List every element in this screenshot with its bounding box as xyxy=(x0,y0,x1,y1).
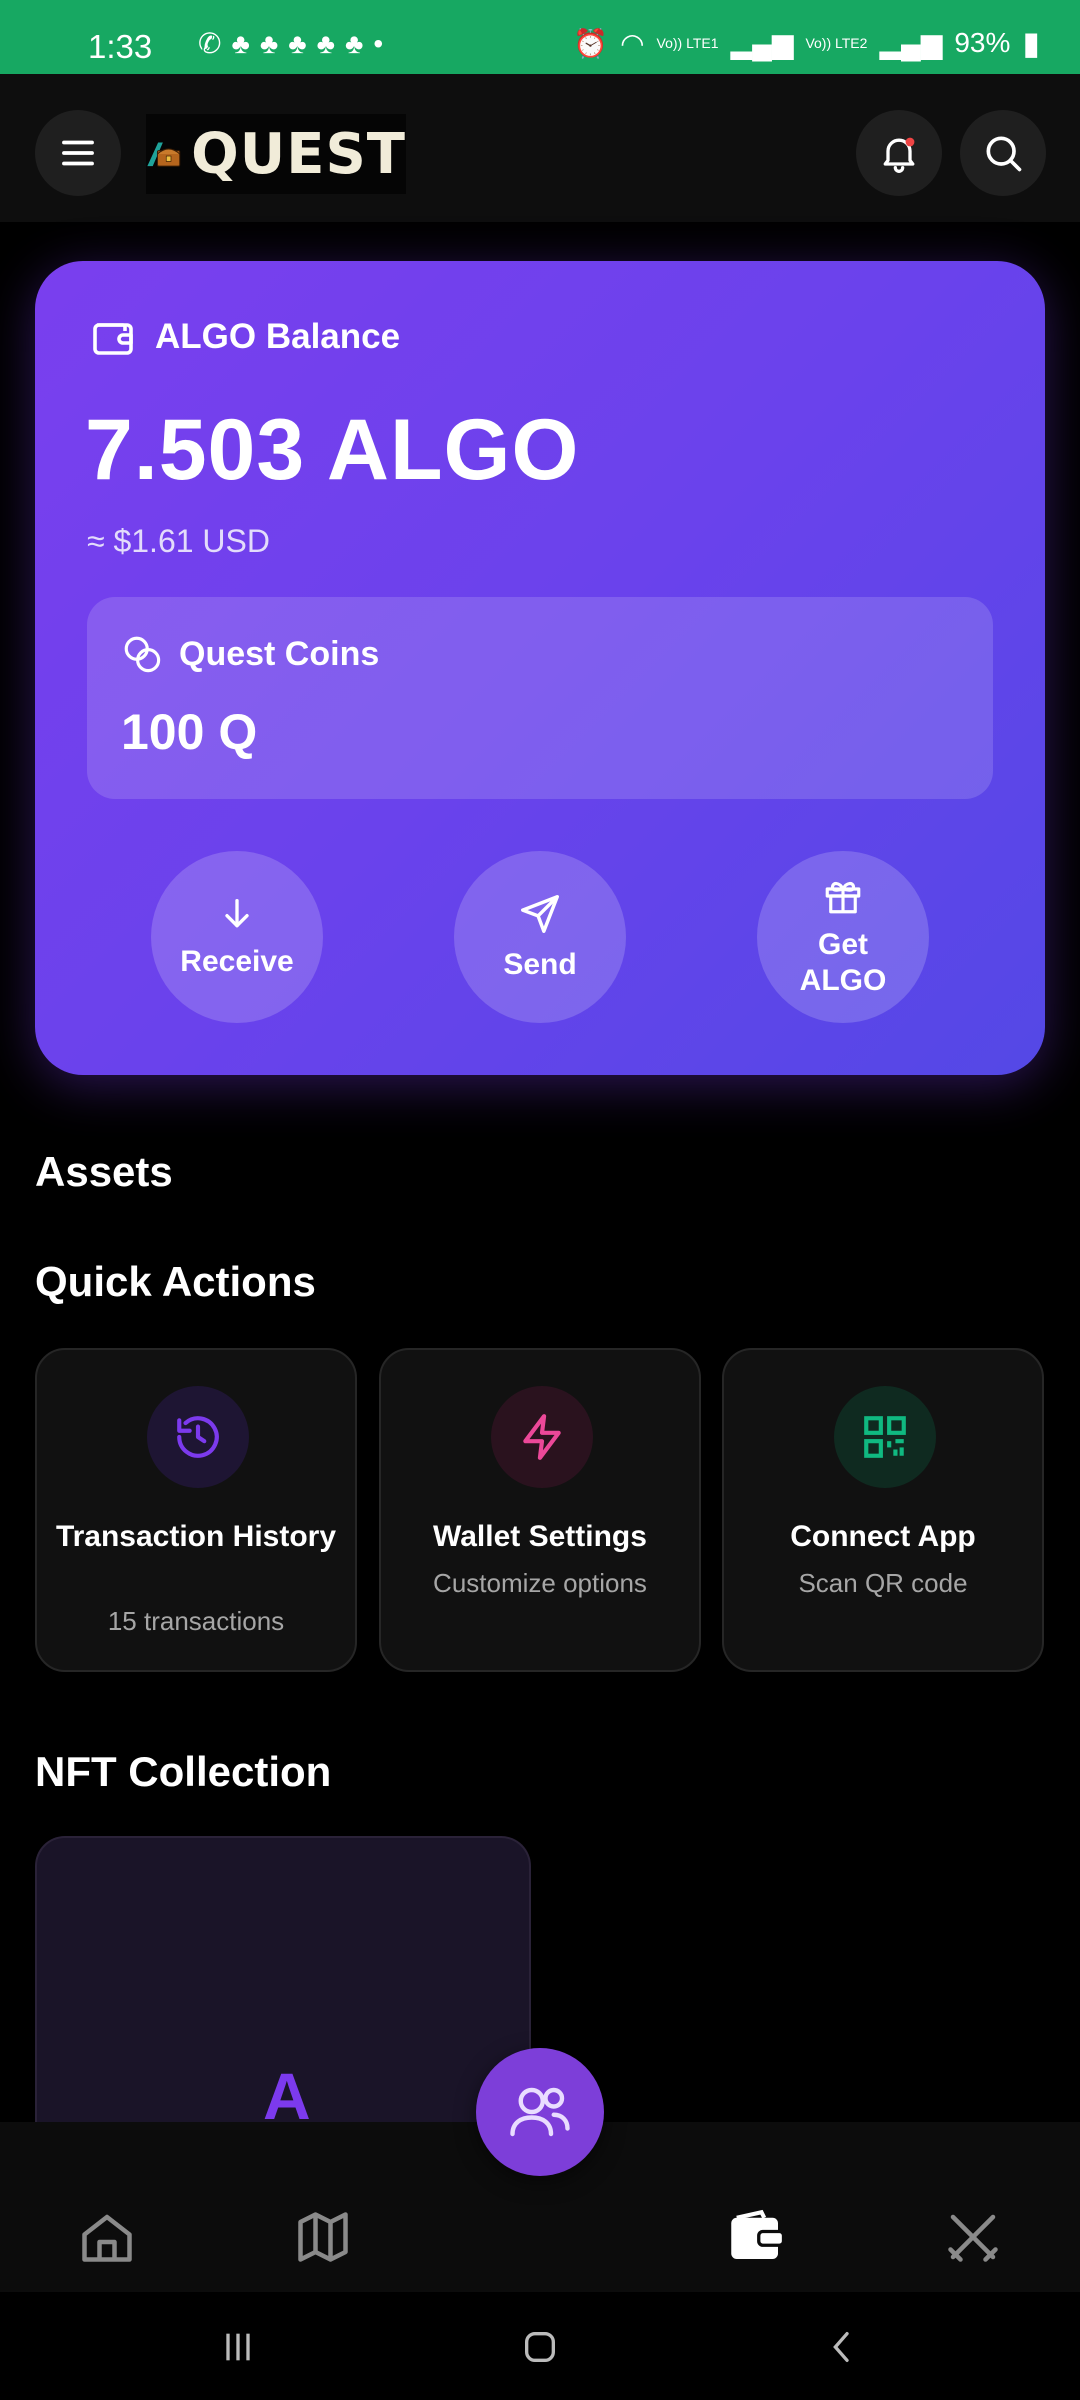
signal-icon: ▂▄▆ xyxy=(879,27,943,59)
search-icon xyxy=(986,136,1022,172)
friends-fab[interactable] xyxy=(476,2048,604,2176)
snapchat-icon: ♣ xyxy=(288,28,307,59)
nav-wallet[interactable] xyxy=(711,2192,801,2282)
history-icon xyxy=(177,1416,219,1458)
bell-icon xyxy=(883,137,915,173)
snapchat-icon: ♣ xyxy=(316,28,335,59)
recent-apps-button[interactable] xyxy=(198,2312,278,2382)
app-header: QUEST xyxy=(0,74,1080,222)
balance-amount: 7.503 ALGO xyxy=(85,402,580,498)
quest-coins-value: 100 Q xyxy=(121,704,258,760)
connect-app-subtitle: Scan QR code xyxy=(798,1568,968,1598)
connect-app-card[interactable]: Connect App Scan QR code xyxy=(722,1348,1044,1672)
wallet-settings-card[interactable]: Wallet Settings Customize options xyxy=(379,1348,701,1672)
connect-app-title: Connect App xyxy=(790,1520,976,1553)
transaction-history-title: Transaction History xyxy=(55,1520,337,1553)
transaction-history-subtitle: 15 transactions xyxy=(107,1606,285,1636)
status-bar: 1:33 ✆ ♣ ♣ ♣ ♣ ♣ • ⏰ ◠ Vo)) LTE1 ▂▄▆ Vo)… xyxy=(0,0,1080,74)
map-icon xyxy=(298,2212,348,2262)
gift-icon xyxy=(825,881,861,914)
wallet-settings-subtitle: Customize options xyxy=(433,1568,647,1598)
assets-title: Assets xyxy=(35,1148,173,1195)
nft-card[interactable]: A xyxy=(35,1836,531,2156)
wifi-icon: ◠ xyxy=(620,27,645,59)
wallet-icon xyxy=(93,323,133,355)
send-label: Send xyxy=(503,948,577,981)
dot-icon: • xyxy=(373,28,384,59)
menu-icon xyxy=(62,140,94,166)
network-2-label: Vo)) LTE2 xyxy=(805,35,868,51)
get-algo-label: Get ALGO xyxy=(799,928,887,997)
network-1-label: Vo)) LTE1 xyxy=(656,35,719,51)
recent-apps-icon xyxy=(226,2333,250,2361)
lightning-icon xyxy=(523,1414,561,1460)
coins-icon xyxy=(124,636,161,673)
back-button[interactable] xyxy=(802,2312,882,2382)
system-navigation-bar xyxy=(0,2292,1080,2400)
snapchat-icon: ♣ xyxy=(344,28,364,59)
menu-button[interactable] xyxy=(35,110,121,196)
nft-collection-title: NFT Collection xyxy=(35,1748,332,1795)
alarm-icon: ⏰ xyxy=(573,27,609,59)
arrow-down-icon xyxy=(225,899,249,928)
battery-icon: ▮ xyxy=(1022,25,1040,61)
snapchat-icon: ♣ xyxy=(259,28,279,59)
status-right: ⏰ ◠ Vo)) LTE1 ▂▄▆ Vo)) LTE2 ▂▄▆ 93% ▮ xyxy=(573,24,1040,62)
snapchat-icon: ♣ xyxy=(231,28,250,59)
balance-title: ALGO Balance xyxy=(155,317,401,356)
history-icon-wrap xyxy=(147,1386,249,1488)
users-icon xyxy=(510,2087,570,2137)
get-algo-button[interactable]: Get ALGO xyxy=(757,851,929,1023)
balance-usd: ≈ $1.61 USD xyxy=(87,523,270,559)
crossed-swords-icon xyxy=(948,2214,998,2262)
home-system-button[interactable] xyxy=(500,2312,580,2382)
search-button[interactable] xyxy=(960,110,1046,196)
quest-coins-header: Quest Coins xyxy=(121,633,379,675)
send-icon xyxy=(521,895,559,933)
balance-header: ALGO Balance xyxy=(89,313,400,361)
quest-coins-title: Quest Coins xyxy=(179,634,380,673)
nav-home[interactable] xyxy=(62,2192,152,2282)
home-icon xyxy=(82,2214,132,2262)
wallet-settings-title: Wallet Settings xyxy=(433,1520,647,1553)
nav-map[interactable] xyxy=(278,2192,368,2282)
notification-icons: ✆ ♣ ♣ ♣ ♣ ♣ • xyxy=(198,30,383,58)
send-button[interactable]: Send xyxy=(454,851,626,1023)
whatsapp-icon: ✆ xyxy=(198,28,222,59)
treasure-chest-icon xyxy=(147,142,181,167)
back-chevron-icon xyxy=(833,2332,849,2362)
qr-code-icon xyxy=(864,1416,906,1458)
logo-text: QUEST xyxy=(191,121,406,187)
receive-label: Receive xyxy=(180,945,294,978)
status-time: 1:33 xyxy=(88,28,153,65)
notifications-button[interactable] xyxy=(856,110,942,196)
signal-icon: ▂▄▆ xyxy=(730,27,794,59)
quest-coins-panel: Quest Coins 100 Q xyxy=(87,597,993,799)
transaction-history-card[interactable]: Transaction History 15 transactions xyxy=(35,1348,357,1672)
home-circle-icon xyxy=(525,2332,555,2362)
qr-icon-wrap xyxy=(834,1386,936,1488)
quick-actions-title: Quick Actions xyxy=(35,1258,316,1305)
lightning-icon-wrap xyxy=(491,1386,593,1488)
wallet-icon xyxy=(731,2209,786,2259)
app-logo: QUEST xyxy=(146,114,406,194)
balance-card: ALGO Balance 7.503 ALGO ≈ $1.61 USD Ques… xyxy=(35,261,1045,1075)
receive-button[interactable]: Receive xyxy=(151,851,323,1023)
nav-battle[interactable] xyxy=(928,2192,1018,2282)
battery-percent: 93% xyxy=(954,27,1011,58)
